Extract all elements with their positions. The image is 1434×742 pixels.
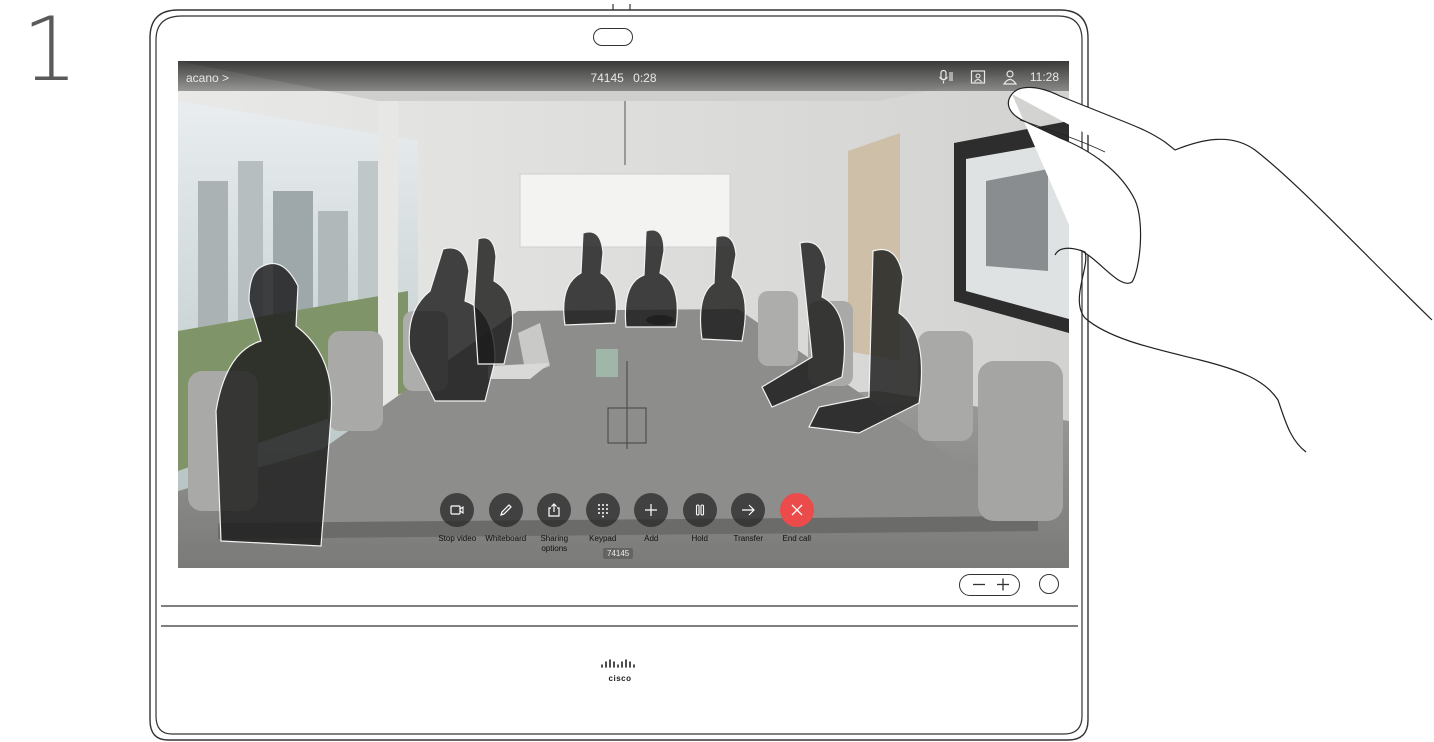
pointing-hand-illustration xyxy=(1007,86,1433,453)
